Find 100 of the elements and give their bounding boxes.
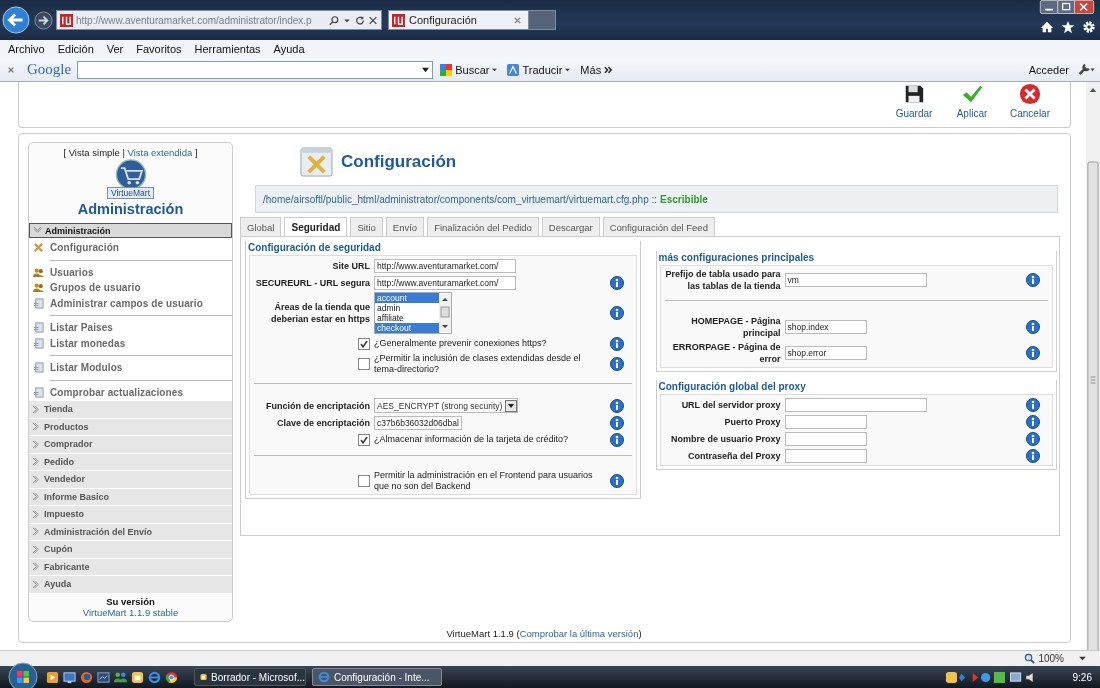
text-field[interactable] [784, 414, 867, 429]
media-icon[interactable] [46, 670, 59, 684]
list-option[interactable]: affiliate [375, 313, 439, 323]
text-field[interactable]: c37b6b36032d06dbal [374, 415, 462, 430]
text-field[interactable]: vm [784, 273, 927, 287]
info-icon[interactable] [609, 398, 624, 413]
info-icon[interactable] [609, 336, 624, 351]
text-field[interactable]: shop.error [784, 346, 867, 360]
tab[interactable]: Seguridad [284, 217, 348, 236]
tab[interactable]: Envío [385, 217, 425, 236]
info-icon[interactable] [609, 357, 624, 371]
checkbox[interactable] [358, 337, 370, 350]
sidebar-link[interactable]: Configuración [50, 242, 120, 254]
refresh-icon[interactable] [355, 14, 365, 26]
info-icon[interactable] [609, 275, 624, 290]
zoom-level[interactable]: 100% [1038, 653, 1064, 664]
dropdown[interactable]: AES_ENCRYPT (strong security) [374, 398, 519, 413]
menu-item[interactable]: Ayuda [273, 43, 305, 55]
sidebar-link[interactable]: Listar monedas [50, 337, 126, 349]
section-header[interactable]: Administración [29, 223, 232, 238]
info-icon[interactable] [1026, 346, 1040, 360]
wrench-icon[interactable] [1076, 63, 1096, 76]
info-icon[interactable] [609, 432, 624, 447]
star-icon[interactable] [1061, 20, 1075, 34]
tab[interactable]: Descargar [541, 217, 600, 236]
section-header[interactable]: Impuesto [29, 506, 232, 524]
forward-button[interactable] [34, 10, 53, 30]
start-button[interactable] [8, 662, 38, 688]
section-header[interactable]: Vendedor [29, 471, 232, 489]
list-option[interactable]: admin [375, 303, 439, 313]
window-controls[interactable] [1038, 0, 1096, 14]
info-icon[interactable] [1026, 414, 1040, 429]
checkbox[interactable] [358, 433, 370, 446]
zoom-icon[interactable] [1024, 653, 1036, 664]
back-button[interactable] [2, 6, 30, 34]
caret-icon[interactable] [422, 66, 430, 73]
scrollbar[interactable] [1086, 82, 1100, 650]
section-header[interactable]: Comprador [29, 436, 232, 454]
mail-icon[interactable] [131, 670, 144, 684]
settings-icon[interactable] [1082, 20, 1096, 34]
text-field[interactable]: shop.index [784, 320, 867, 334]
search-field[interactable] [77, 60, 434, 79]
menu-item[interactable]: Archivo [8, 43, 45, 55]
tab[interactable]: Sitio [350, 217, 383, 236]
menu-item[interactable]: Edición [57, 43, 94, 55]
address-bar[interactable]: http://www.aventuramarket.com/administrator/index.p [56, 10, 382, 30]
info-icon[interactable] [609, 306, 624, 320]
more-button[interactable]: Más [577, 63, 617, 76]
text-field[interactable] [784, 448, 867, 463]
toolbar-button[interactable]: Cancelar [1008, 83, 1052, 119]
sidebar-link[interactable]: Comprobar actualizaciones [50, 386, 184, 398]
info-icon[interactable] [609, 474, 624, 488]
close-icon[interactable] [513, 15, 522, 25]
checkbox[interactable] [358, 475, 370, 487]
list-box[interactable]: account admin affiliate checkout [374, 292, 452, 334]
text-field[interactable]: http://www.aventuramarket.com/ [374, 275, 516, 290]
menu-item[interactable]: Favoritos [136, 43, 182, 55]
sign-in-button[interactable]: Acceder [1025, 63, 1072, 76]
menu-item[interactable]: Ver [106, 43, 124, 55]
close-icon[interactable] [7, 65, 15, 74]
list-option[interactable]: checkout [375, 323, 439, 333]
menu-item[interactable]: Herramientas [194, 43, 261, 55]
section-header[interactable]: Ayuda [29, 576, 232, 594]
scrollbar[interactable] [439, 293, 451, 333]
people-icon[interactable] [114, 670, 127, 684]
info-icon[interactable] [1026, 397, 1040, 412]
text-field[interactable] [784, 431, 867, 446]
info-icon[interactable] [1026, 320, 1040, 334]
tab[interactable]: Finalización del Pedido [427, 217, 539, 236]
info-icon[interactable] [1026, 273, 1040, 287]
section-header[interactable]: Cupón [29, 541, 232, 559]
list-option[interactable]: account [375, 293, 439, 303]
browser-tab[interactable]: Configuración [388, 10, 529, 30]
sidebar-link[interactable]: Listar Modulos [50, 362, 123, 374]
taskbar-button[interactable]: Configuración - Inte... [312, 668, 442, 686]
view-link[interactable]: Vista extendida [127, 147, 193, 158]
desktop-icon[interactable] [63, 670, 76, 684]
search-icon[interactable] [329, 14, 339, 26]
browser-icon[interactable] [148, 670, 161, 684]
sidebar-link[interactable]: Listar Paises [50, 322, 113, 334]
home-icon[interactable] [1040, 20, 1054, 34]
toolbar-button[interactable]: Traducir [504, 63, 574, 76]
tab[interactable]: Configuración del Feed [602, 217, 715, 236]
section-header[interactable]: Tienda [29, 401, 232, 419]
info-icon[interactable] [1026, 448, 1040, 463]
sidebar-link[interactable]: Usuarios [50, 266, 94, 278]
tab[interactable]: Global [240, 217, 282, 236]
info-icon[interactable] [1026, 431, 1040, 446]
checkbox[interactable] [358, 358, 370, 370]
text-field[interactable] [784, 397, 927, 412]
toolbar-button[interactable]: Buscar [437, 63, 501, 76]
sidebar-link[interactable]: Grupos de usuario [50, 282, 141, 294]
close-icon[interactable] [368, 14, 378, 26]
text-field[interactable]: http://www.aventuramarket.com/ [374, 258, 516, 273]
toolbar-button[interactable]: Guardar [892, 83, 936, 119]
sidebar-link[interactable]: Administrar campos de usuario [50, 297, 203, 309]
window-icon[interactable] [97, 670, 110, 684]
caret-icon[interactable] [1079, 656, 1086, 661]
caret-icon[interactable] [505, 399, 518, 412]
toolbar-button[interactable]: Aplicar [950, 83, 994, 119]
